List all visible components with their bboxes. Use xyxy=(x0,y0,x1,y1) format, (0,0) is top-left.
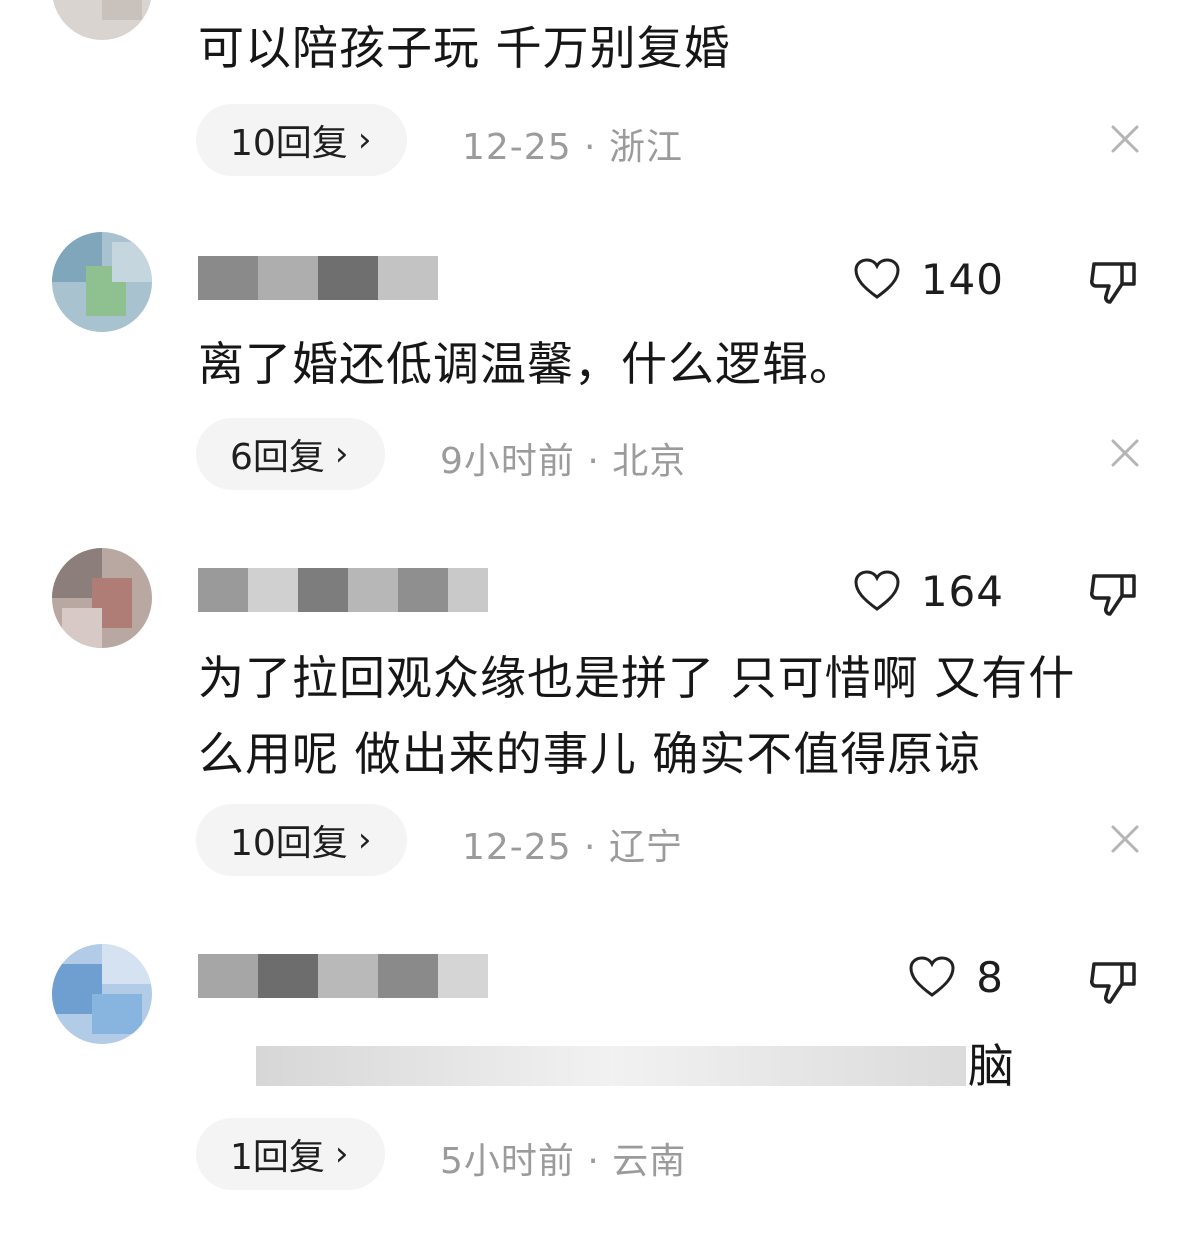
comment-meta: 9小时前 · 北京 xyxy=(440,441,687,482)
close-icon[interactable] xyxy=(1110,824,1140,854)
username-blurred[interactable] xyxy=(198,954,488,998)
comment-text: 离了婚还低调温馨，什么逻辑。 xyxy=(198,337,856,391)
reply-label: 10回复 xyxy=(230,823,348,864)
like-count: 8 xyxy=(976,952,1004,1002)
close-icon[interactable] xyxy=(1110,124,1140,154)
avatar[interactable] xyxy=(52,944,152,1044)
like-count: 164 xyxy=(920,566,1004,616)
reply-button[interactable]: 10回复 › xyxy=(196,104,408,176)
reply-label: 1回复 xyxy=(230,1137,325,1178)
reply-label: 10回复 xyxy=(230,123,348,164)
thumbs-down-icon[interactable] xyxy=(1088,958,1140,1006)
avatar[interactable] xyxy=(52,232,152,332)
chevron-right-icon: › xyxy=(334,1134,349,1174)
comment-meta: 5小时前 · 云南 xyxy=(440,1141,687,1182)
like-button[interactable]: 140 xyxy=(853,254,1004,304)
username-blurred[interactable] xyxy=(198,568,488,612)
like-button[interactable]: 8 xyxy=(908,952,1004,1002)
avatar[interactable] xyxy=(52,548,152,648)
heart-icon xyxy=(854,570,900,611)
heart-icon xyxy=(854,258,900,299)
like-count: 140 xyxy=(920,254,1004,304)
thumbs-down-icon[interactable] xyxy=(1088,258,1140,306)
comment-text: 可以陪孩子玩 千万别复婚 xyxy=(198,21,731,75)
heart-icon xyxy=(909,956,955,997)
username-blurred[interactable] xyxy=(198,256,488,300)
comment-text: 为了拉回观众缘也是拼了 只可惜啊 又有什么用呢 做出来的事儿 确实不值得原谅 xyxy=(198,651,1076,781)
comment-meta: 12-25 · 浙江 xyxy=(462,127,683,168)
reply-label: 6回复 xyxy=(230,437,325,478)
chevron-right-icon: › xyxy=(334,434,349,474)
like-button[interactable]: 164 xyxy=(853,566,1004,616)
chevron-right-icon: › xyxy=(357,820,372,860)
avatar[interactable] xyxy=(52,0,152,40)
chevron-right-icon: › xyxy=(357,120,372,160)
comment-text-end: 脑 xyxy=(968,1039,1015,1093)
comment-meta: 12-25 · 辽宁 xyxy=(462,827,683,868)
reply-button[interactable]: 10回复 › xyxy=(196,804,408,876)
thumbs-down-icon[interactable] xyxy=(1088,570,1140,618)
reply-button[interactable]: 1回复 › xyxy=(196,1118,385,1190)
reply-button[interactable]: 6回复 › xyxy=(196,418,385,490)
redacted-text xyxy=(256,1046,966,1086)
close-icon[interactable] xyxy=(1110,438,1140,468)
